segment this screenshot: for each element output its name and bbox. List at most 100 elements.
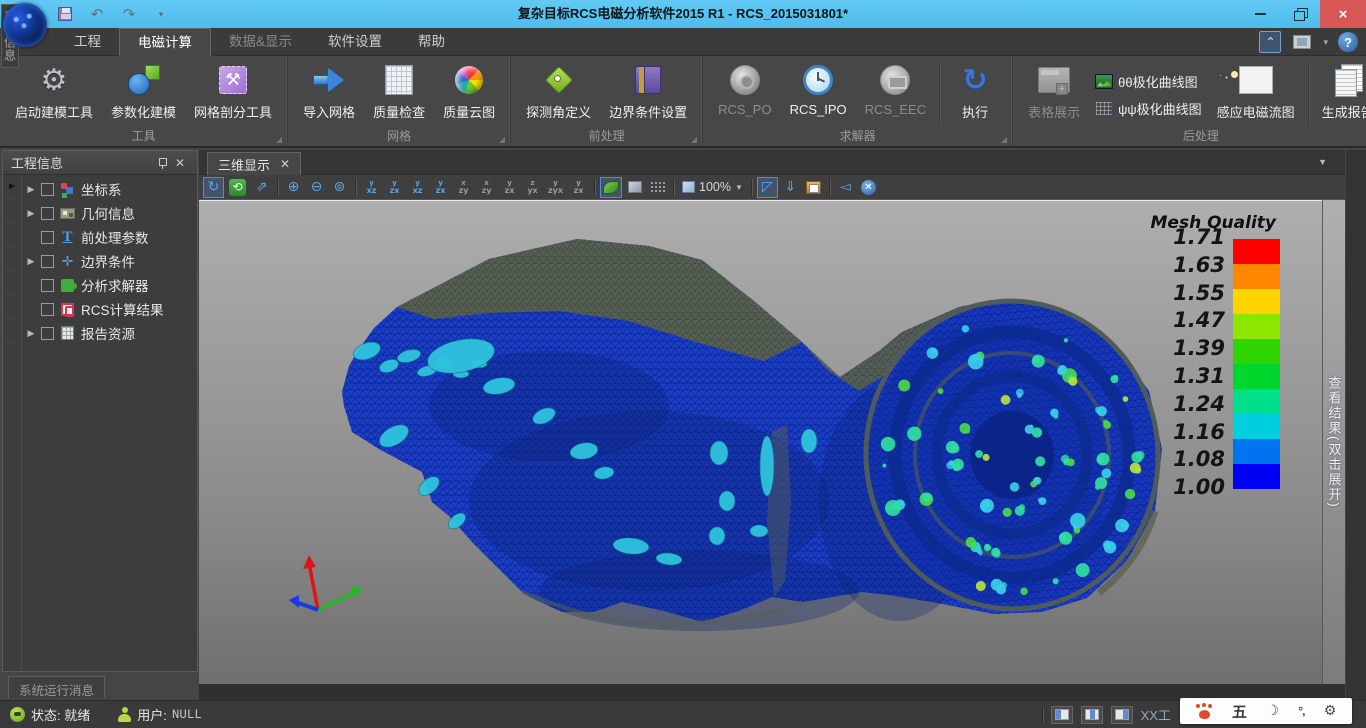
pin-button[interactable] xyxy=(153,154,171,172)
view-orientation-button-9[interactable]: yzx xyxy=(568,177,589,198)
panel-close-button[interactable]: ✕ xyxy=(171,154,189,172)
ribbon-button-导入网格[interactable]: 导入网格 xyxy=(296,60,362,129)
ribbon-button-质量云图[interactable]: 质量云图 xyxy=(436,60,502,129)
layers-icon xyxy=(806,181,821,194)
restore-button[interactable] xyxy=(1280,0,1320,28)
view-orientation-button-4[interactable]: xzy xyxy=(453,177,474,198)
zoom-out-button[interactable]: ⊖ xyxy=(306,177,327,198)
group-expand-icon[interactable] xyxy=(499,137,505,143)
ribbon-button-网格剖分工具[interactable]: ⚒网格剖分工具 xyxy=(187,60,279,129)
ribbon-tab-数据&显示[interactable]: 数据&显示 xyxy=(211,28,310,56)
legend-value-label: 1.08 xyxy=(1173,447,1225,471)
points-view-button[interactable] xyxy=(647,177,668,198)
mirror-button[interactable]: ◅ xyxy=(835,177,856,198)
layers-button[interactable] xyxy=(803,177,824,198)
group-expand-icon[interactable] xyxy=(691,137,697,143)
tab-close-icon[interactable]: ✕ xyxy=(280,157,290,171)
results-collapsed-bar[interactable]: 查看结果(双击展开) xyxy=(1322,200,1345,684)
tree-checkbox[interactable] xyxy=(41,183,54,196)
expand-arrow-icon[interactable]: ▶ xyxy=(26,208,36,219)
tree-item-报告资源[interactable]: ▶报告资源 xyxy=(22,321,197,345)
tree-checkbox[interactable] xyxy=(41,231,54,244)
pan-button[interactable]: ⇗ xyxy=(251,177,272,198)
ribbon-tab-帮助[interactable]: 帮助 xyxy=(400,28,463,56)
window-title: 复杂目标RCS电磁分析软件2015 R1 - RCS_2015031801* xyxy=(0,0,1366,28)
ribbon-tab-工程[interactable]: 工程 xyxy=(56,28,119,56)
tree-checkbox[interactable] xyxy=(41,279,54,292)
system-messages-tab[interactable]: 系统运行消息 xyxy=(8,676,105,698)
punctuation-icon[interactable]: °, xyxy=(1298,704,1304,718)
view-orientation-button-0[interactable]: yxz xyxy=(361,177,382,198)
tree-item-前处理参数[interactable]: T前处理参数 xyxy=(22,225,197,249)
button-label: RCS_PO xyxy=(718,102,771,117)
collapse-ribbon-icon[interactable]: ⌃ xyxy=(1259,31,1281,53)
zoom-level-dropdown[interactable]: 100%▼ xyxy=(679,180,746,194)
rotate-orbit-button[interactable]: ↻ xyxy=(203,177,224,198)
right-dock-strip xyxy=(1346,150,1366,700)
screen-icon xyxy=(1293,35,1311,49)
tree-item-分析求解器[interactable]: 分析求解器 xyxy=(22,273,197,297)
ribbon-tab-电磁计算[interactable]: 电磁计算 xyxy=(119,28,211,56)
view-orientation-button-1[interactable]: yzx xyxy=(384,177,405,198)
import-view-button[interactable]: ⇓ xyxy=(780,177,801,198)
view-orientation-button-2[interactable]: yxz xyxy=(407,177,428,198)
ribbon-button-ψψ极化曲线图[interactable]: ψψ极化曲线图 xyxy=(1091,98,1206,119)
moon-icon[interactable]: ☽ xyxy=(1266,703,1279,719)
zoom-fit-button[interactable]: ⊚ xyxy=(329,177,350,198)
screen-button[interactable] xyxy=(1291,31,1313,53)
ribbon-button-θθ极化曲线图[interactable]: θθ极化曲线图 xyxy=(1091,71,1206,92)
ribbon-button-启动建模工具[interactable]: ⚙启动建模工具 xyxy=(8,60,100,129)
select-mode-button[interactable]: ◸ xyxy=(757,177,778,198)
dropdown-icon[interactable]: ▾ xyxy=(1323,37,1328,48)
rotate-screen-button[interactable]: ⟲ xyxy=(226,177,249,198)
expand-arrow-icon[interactable]: ▶ xyxy=(26,328,36,339)
ribbon-button-参数化建模[interactable]: 参数化建模 xyxy=(104,60,183,129)
tree-item-RCS计算结果[interactable]: RCS计算结果 xyxy=(22,297,197,321)
ribbon-button-执行[interactable]: ↻执行 xyxy=(946,60,1004,129)
view-orientation-button-3[interactable]: yzx xyxy=(430,177,451,198)
group-expand-icon[interactable] xyxy=(276,137,282,143)
ribbon-button-生成报告[interactable]: 生成报告 xyxy=(1315,60,1366,129)
gear-icon[interactable]: ⚙ xyxy=(1324,703,1337,719)
view-orientation-button-8[interactable]: yzyx xyxy=(545,177,566,198)
tree-checkbox[interactable] xyxy=(41,255,54,268)
shaded-view-button[interactable] xyxy=(600,177,622,198)
layout-right-icon[interactable] xyxy=(1111,706,1133,724)
expand-arrow-icon[interactable]: ▶ xyxy=(26,184,36,195)
view-orientation-button-5[interactable]: xzy xyxy=(476,177,497,198)
minimize-button[interactable] xyxy=(1240,0,1280,28)
ime-toolbar[interactable]: 五 ☽ °, ⚙ xyxy=(1180,698,1352,724)
ribbon-tab-软件设置[interactable]: 软件设置 xyxy=(310,28,400,56)
group-expand-icon[interactable] xyxy=(1001,137,1007,143)
3d-canvas[interactable]: Mesh Quality 1.711.631.551.471.391.311.2… xyxy=(199,200,1322,684)
expand-arrow-icon[interactable]: ▶ xyxy=(26,256,36,267)
tree-item-边界条件[interactable]: ▶✛边界条件 xyxy=(22,249,197,273)
tab-3d-display[interactable]: 三维显示 ✕ xyxy=(207,152,301,175)
layout-middle-icon[interactable] xyxy=(1081,706,1103,724)
ribbon-button-边界条件设置[interactable]: 边界条件设置 xyxy=(602,60,694,129)
paw-icon[interactable] xyxy=(1196,704,1213,719)
ribbon-button-探测角定义[interactable]: 探测角定义 xyxy=(519,60,598,129)
tree-item-坐标系[interactable]: ▶坐标系 xyxy=(22,177,197,201)
ribbon-button-RCS_IPO[interactable]: RCS_IPO xyxy=(783,60,854,129)
wireframe-view-button[interactable] xyxy=(624,177,645,198)
ribbon-button-质量检查[interactable]: 质量检查 xyxy=(366,60,432,129)
tree-checkbox[interactable] xyxy=(41,327,54,340)
tree-checkbox[interactable] xyxy=(41,303,54,316)
view-axes-icon: yzx xyxy=(505,179,515,195)
wubi-mode-button[interactable]: 五 xyxy=(1232,701,1247,722)
button-label: θθ极化曲线图 xyxy=(1118,72,1197,91)
app-logo[interactable] xyxy=(3,3,47,47)
legend-color-band xyxy=(1233,364,1280,389)
tab-list-dropdown-icon[interactable]: ▼ xyxy=(1318,157,1327,167)
tree-item-几何信息[interactable]: ▶几何信息 xyxy=(22,201,197,225)
view-orientation-button-7[interactable]: zyx xyxy=(522,177,543,198)
view-orientation-button-6[interactable]: yzx xyxy=(499,177,520,198)
tree-checkbox[interactable] xyxy=(41,207,54,220)
cancel-button[interactable]: ✕ xyxy=(858,177,879,198)
close-button[interactable]: × xyxy=(1320,0,1366,28)
ribbon-button-感应电磁流图[interactable]: 感应电磁流图 xyxy=(1210,60,1302,129)
layout-left-icon[interactable] xyxy=(1051,706,1073,724)
zoom-in-button[interactable]: ⊕ xyxy=(283,177,304,198)
help-icon[interactable]: ? xyxy=(1338,32,1358,52)
